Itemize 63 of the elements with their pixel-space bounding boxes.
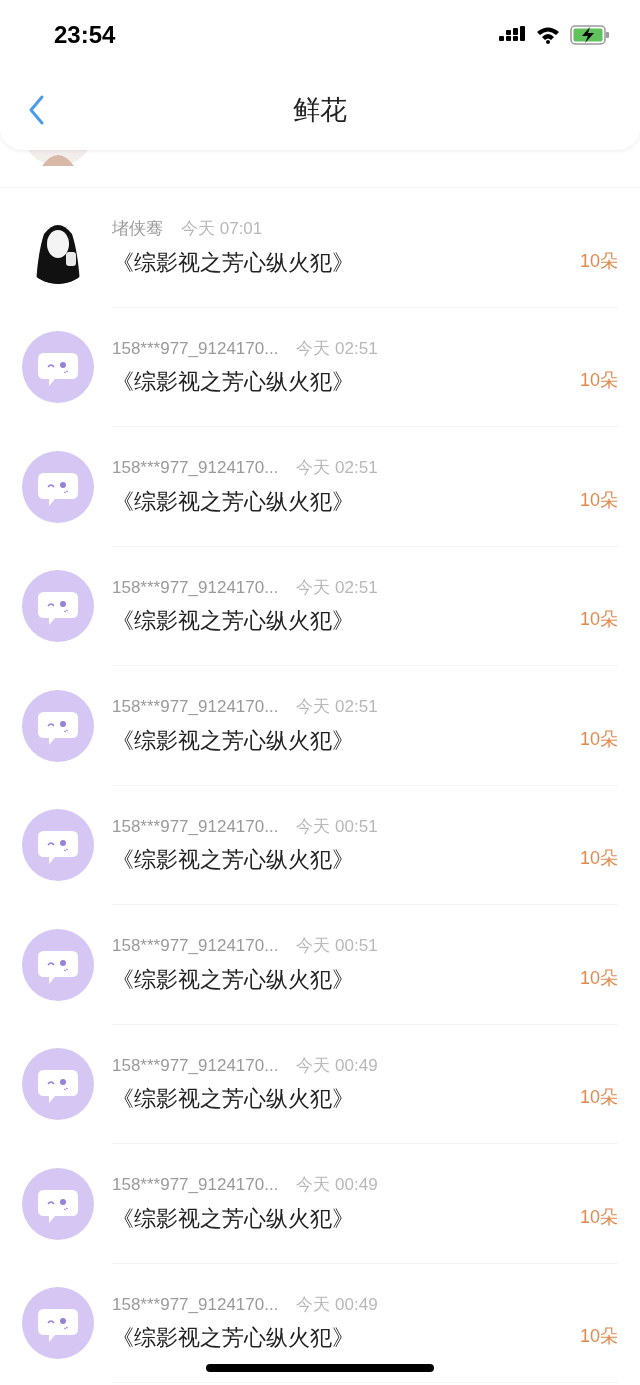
avatar-icon <box>22 1287 94 1360</box>
avatar-icon <box>22 689 94 762</box>
user-name: 158***977_9124170... <box>112 1054 279 1077</box>
page-title: 鲜花 <box>293 93 347 127</box>
timestamp: 今天 00:49 <box>296 1174 378 1196</box>
battery-icon <box>570 25 610 45</box>
avatar-icon <box>22 1048 94 1121</box>
timestamp: 今天 07:01 <box>181 218 263 240</box>
book-title: 《综影视之芳心纵火犯》 <box>112 248 355 277</box>
book-title: 《综影视之芳心纵火犯》 <box>112 726 355 755</box>
flower-count: 10朵 <box>579 1086 618 1110</box>
book-title: 《综影视之芳心纵火犯》 <box>112 1085 355 1113</box>
flower-count: 10朵 <box>579 1325 618 1349</box>
user-name: 158***977_9124170... <box>112 1174 279 1196</box>
book-title: 《综影视之芳心纵火犯》 <box>112 846 355 874</box>
timestamp: 今天 02:51 <box>296 337 378 360</box>
user-name: 158***977_9124170... <box>112 815 279 838</box>
flower-count: 10朵 <box>579 488 618 512</box>
flower-record-row[interactable]: 158***977_9124170... 今天 02:51 《综影视之芳心纵火犯》 10朵 <box>0 546 640 666</box>
book-title: 《综影视之芳心纵火犯》 <box>112 965 355 994</box>
timestamp: 今天 00:51 <box>296 815 378 838</box>
timestamp: 今天 00:49 <box>296 1293 378 1316</box>
flower-count: 10朵 <box>579 369 618 393</box>
flower-count: 10朵 <box>579 727 618 751</box>
status-time: 23:54 <box>54 20 116 50</box>
flower-count: 10朵 <box>579 847 618 871</box>
timestamp: 今天 02:51 <box>296 696 378 718</box>
wifi-icon <box>536 26 560 44</box>
flower-record-row[interactable]: 158***977_9124170... 今天 02:51 《综影视之芳心纵火犯》 10朵 <box>0 666 640 786</box>
user-name: 堵侠骞 <box>112 218 163 240</box>
timestamp: 今天 00:51 <box>296 935 378 957</box>
flower-record-row[interactable]: 158***977_9124170... 今天 02:51 《综影视之芳心纵火犯》 10朵 <box>0 307 640 427</box>
book-title: 《综影视之芳心纵火犯》 <box>112 1204 355 1233</box>
timestamp: 今天 02:51 <box>296 457 378 479</box>
flower-count: 10朵 <box>579 249 618 273</box>
book-title: 《综影视之芳心纵火犯》 <box>112 487 355 516</box>
user-name: 158***977_9124170... <box>112 576 279 599</box>
flower-count: 10朵 <box>579 1205 618 1229</box>
avatar-icon <box>22 1167 94 1240</box>
avatar-icon <box>22 928 94 1001</box>
avatar-icon <box>22 570 94 643</box>
user-name: 158***977_9124170... <box>112 457 279 479</box>
flower-record-row[interactable]: 堵侠骞 今天 07:01 《综影视之芳心纵火犯》 10朵 <box>0 188 640 308</box>
timestamp: 今天 02:51 <box>296 576 378 599</box>
flower-count: 10朵 <box>579 966 618 990</box>
signal-icon <box>499 26 526 44</box>
flower-count: 10朵 <box>579 608 618 632</box>
avatar-icon <box>22 331 94 404</box>
flower-record-row[interactable]: 158***977_9124170... 今天 00:49 《综影视之芳心纵火犯》 10朵 <box>0 1024 640 1144</box>
book-title: 《综影视之芳心纵火犯》 <box>112 1324 355 1352</box>
book-title: 《综影视之芳心纵火犯》 <box>112 607 355 635</box>
user-name: 158***977_9124170... <box>112 935 279 957</box>
user-name: 158***977_9124170... <box>112 696 279 718</box>
timestamp: 今天 00:49 <box>296 1054 378 1077</box>
book-title: 《综影视之芳心纵火犯》 <box>112 368 355 396</box>
flower-record-row[interactable]: 158***977_9124170... 今天 00:49 《综影视之芳心纵火犯》 10朵 <box>0 1144 640 1264</box>
user-name: 158***977_9124170... <box>112 337 279 360</box>
avatar-icon <box>22 809 94 882</box>
flower-record-row[interactable]: 158***977_9124170... 今天 00:51 《综影视之芳心纵火犯》 10朵 <box>0 905 640 1025</box>
flower-record-row[interactable]: 158***977_9124170... 今天 02:51 《综影视之芳心纵火犯》 10朵 <box>0 427 640 547</box>
avatar-icon <box>22 450 94 523</box>
user-name: 158***977_9124170... <box>112 1293 279 1316</box>
flower-record-row[interactable]: 158***977_9124170... 今天 00:51 《综影视之芳心纵火犯》 10朵 <box>0 785 640 905</box>
